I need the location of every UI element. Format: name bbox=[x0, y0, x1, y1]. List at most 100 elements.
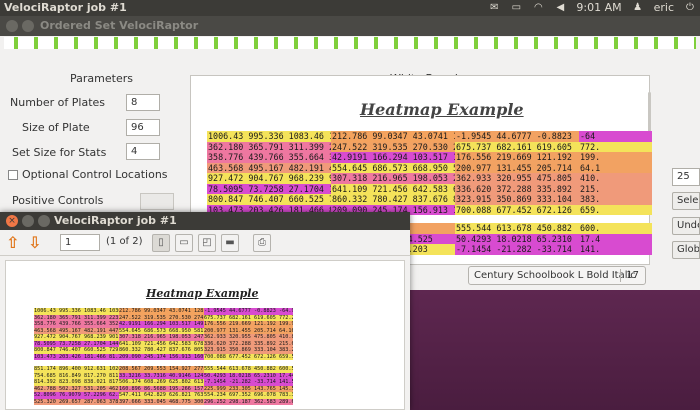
doc-heatmap-cell: 103.473 203.426 181.466 81.7112 bbox=[34, 353, 119, 360]
print-icon[interactable]: ⎙ bbox=[253, 234, 271, 252]
viewer-title: VelociRaptor job #1 bbox=[54, 214, 177, 227]
user-name[interactable]: eric bbox=[654, 1, 674, 14]
battery-icon[interactable]: ▭ bbox=[510, 2, 522, 13]
heatmap-cell: 362.933 320.955 475.805 bbox=[455, 173, 579, 184]
global-button[interactable]: Glob bbox=[672, 241, 700, 259]
doc-heatmap-cell: 700.088 677.452 672.126 659.571 bbox=[204, 353, 293, 360]
heatmap-cell: 410. bbox=[579, 173, 652, 184]
size-of-plate-input[interactable]: 96 bbox=[126, 119, 160, 136]
heatmap-row: 362.180 365.791 311.399 223.243247.522 3… bbox=[207, 141, 652, 152]
system-tray: ✉ ▭ ◠ ◀ 9:01 AM ♟ eric ⏻ bbox=[488, 1, 696, 14]
heatmap-cell: 336.620 372.288 335.892 bbox=[455, 183, 579, 194]
doc-heatmap-cell: 209.090 245.174 156.913 160.363 bbox=[119, 353, 204, 360]
heatmap-cell: 176.556 219.669 121.192 bbox=[455, 152, 579, 163]
main-titlebar[interactable]: Ordered Set VelociRaptor bbox=[0, 16, 700, 36]
heatmap-cell: 141. bbox=[579, 244, 652, 255]
heatmap-cell: 700.088 677.452 672.126 bbox=[455, 204, 579, 215]
heatmap-cell: 1006.43 995.336 1083.46 1036.42 bbox=[207, 131, 331, 142]
doc-heatmap-row: 525.320 269.657 287.063 378.328397.666 3… bbox=[34, 398, 378, 405]
heatmap-cell: 800.847 746.407 660.525 729.502 bbox=[207, 194, 331, 205]
heatmap-cell: -1.9545 44.6777 -0.8823 bbox=[455, 131, 579, 142]
mail-icon[interactable]: ✉ bbox=[488, 2, 500, 13]
optional-controls-label: Optional Control Locations bbox=[22, 168, 168, 181]
doc-heatmap: 1006.43 995.336 1083.46 1036.42212.786 9… bbox=[34, 308, 378, 405]
continuous-view-icon[interactable]: ▯ bbox=[152, 234, 170, 252]
user-icon[interactable]: ♟ bbox=[632, 2, 644, 13]
clock[interactable]: 9:01 AM bbox=[576, 1, 621, 14]
heatmap-cell: 554.645 686.573 668.950 581.027 bbox=[331, 162, 455, 173]
viewer-close-button[interactable]: × bbox=[6, 215, 18, 227]
heatmap-cell: 199. bbox=[579, 152, 652, 163]
arrow-up-icon[interactable]: ⇧ bbox=[6, 233, 19, 252]
heatmap-cell: 78.5095 73.7258 27.1704 144.752 bbox=[207, 183, 331, 194]
heatmap-cell: 772. bbox=[579, 141, 652, 152]
heatmap-row: 463.568 495.167 482.191 447.176554.645 6… bbox=[207, 162, 652, 173]
heatmap-cell: 323.915 350.869 333.104 bbox=[455, 194, 579, 205]
doc-heatmap-cell: 525.320 269.657 287.063 378.328 bbox=[34, 398, 119, 405]
heatmap-cell: 200.977 131.455 205.714 bbox=[455, 162, 579, 173]
heatmap-cell: 675.737 682.161 619.605 bbox=[455, 141, 579, 152]
size-of-plate-label: Size of Plate bbox=[22, 121, 90, 134]
top-panel: VelociRaptor job #1 ✉ ▭ ◠ ◀ 9:01 AM ♟ er… bbox=[0, 0, 700, 16]
font-chooser-button[interactable]: Century Schoolbook L Bold Italic 17 bbox=[468, 266, 646, 285]
heatmap-cell: 215. bbox=[579, 183, 652, 194]
spin-input[interactable]: 25 bbox=[672, 168, 700, 186]
heatmap-cell: 17.4 bbox=[579, 233, 652, 244]
set-size-input[interactable]: 4 bbox=[126, 143, 160, 160]
zoom-width-icon[interactable]: ▬ bbox=[221, 234, 239, 252]
page-view-icon[interactable]: ▭ bbox=[175, 234, 193, 252]
number-of-plates-input[interactable]: 8 bbox=[126, 94, 160, 111]
heatmap-title: Heatmap Example bbox=[360, 100, 524, 119]
volume-icon[interactable]: ◀ bbox=[554, 2, 566, 13]
window-title: Ordered Set VelociRaptor bbox=[40, 19, 199, 32]
heatmap-cell: -7.1454 -21.282 -33.714 bbox=[455, 244, 579, 255]
viewer-titlebar[interactable]: × VelociRaptor job #1 bbox=[0, 212, 410, 230]
doc-heatmap-cell: 397.666 333.045 468.775 300.511 bbox=[119, 398, 204, 405]
heatmap-row: 358.776 439.766 355.664 352.95342.9191 1… bbox=[207, 152, 652, 163]
heatmap-row: 800.847 746.407 660.525 729.502860.332 7… bbox=[207, 194, 652, 205]
desktop-background bbox=[410, 290, 700, 410]
doc-title: Heatmap Example bbox=[146, 287, 259, 300]
active-app-name: VelociRaptor job #1 bbox=[4, 1, 127, 14]
parameters-label: Parameters bbox=[70, 72, 133, 85]
heatmap-cell: 307.318 216.965 198.053 247.291 bbox=[331, 173, 455, 184]
heatmap-row: 1006.43 995.336 1083.46 1036.42212.786 9… bbox=[207, 131, 652, 142]
optional-controls-checkbox[interactable] bbox=[8, 170, 18, 180]
under-button[interactable]: Under bbox=[672, 217, 700, 235]
power-icon[interactable]: ⏻ bbox=[684, 2, 696, 13]
zoom-fit-icon[interactable]: ◰ bbox=[198, 234, 216, 252]
heatmap-row: 927.472 904.767 968.239 901.167307.318 2… bbox=[207, 173, 652, 184]
heatmap-cell: 50.4293 18.0218 65.2310 bbox=[455, 233, 579, 244]
viewer-minimize-button[interactable] bbox=[22, 215, 34, 227]
positive-controls-input[interactable] bbox=[140, 193, 174, 210]
heatmap-cell: 860.332 780.427 837.676 805.129 bbox=[331, 194, 455, 205]
viewer-toolbar: ⇧ ⇩ 1 (1 of 2) ▯ ▭ ◰ ▬ ⎙ bbox=[0, 230, 410, 256]
arrow-down-icon[interactable]: ⇩ bbox=[28, 233, 41, 252]
heatmap-cell: 641.109 721.456 642.583 678.487 bbox=[331, 183, 455, 194]
heatmap-cell: 362.180 365.791 311.399 223.243 bbox=[207, 141, 331, 152]
close-button[interactable] bbox=[6, 20, 18, 32]
heatmap-cell: 927.472 904.767 968.239 901.167 bbox=[207, 173, 331, 184]
heatmap-cell: -64 bbox=[579, 131, 652, 142]
heatmap-cell: 463.568 495.167 482.191 447.176 bbox=[207, 162, 331, 173]
minimize-button[interactable] bbox=[22, 20, 34, 32]
heatmap-row: 78.5095 73.7258 27.1704 144.752641.109 7… bbox=[207, 183, 652, 194]
font-size: 17 bbox=[626, 270, 639, 281]
set-size-label: Set Size for Stats bbox=[12, 146, 107, 159]
number-of-plates-label: Number of Plates bbox=[10, 96, 106, 109]
heatmap-cell: 247.522 319.535 270.530 274.435 bbox=[331, 141, 455, 152]
select-button[interactable]: Select bbox=[672, 192, 700, 210]
doc-heatmap-cell: 296.252 298.187 362.583 289.682 bbox=[204, 398, 293, 405]
heatmap-cell: 42.9191 166.294 103.517 149.642 bbox=[331, 152, 455, 163]
heatmap-cell: 358.776 439.766 355.664 352.953 bbox=[207, 152, 331, 163]
wifi-icon[interactable]: ◠ bbox=[532, 2, 544, 13]
page-number-input[interactable]: 1 bbox=[60, 234, 100, 251]
heatmap-cell: 212.786 99.0347 43.0741 128.945 bbox=[331, 131, 455, 142]
heatmap-cell: 64.1 bbox=[579, 162, 652, 173]
document-viewer-window: × VelociRaptor job #1 ⇧ ⇩ 1 (1 of 2) ▯ ▭… bbox=[0, 212, 410, 410]
heatmap-cell: 555.544 613.678 450.882 bbox=[455, 223, 579, 234]
viewer-maximize-button[interactable] bbox=[38, 215, 50, 227]
page-count: (1 of 2) bbox=[106, 236, 143, 247]
font-name: Century Schoolbook L Bold Italic bbox=[474, 270, 636, 281]
document-page[interactable]: Heatmap Example 1006.43 995.336 1083.46 … bbox=[5, 260, 405, 410]
